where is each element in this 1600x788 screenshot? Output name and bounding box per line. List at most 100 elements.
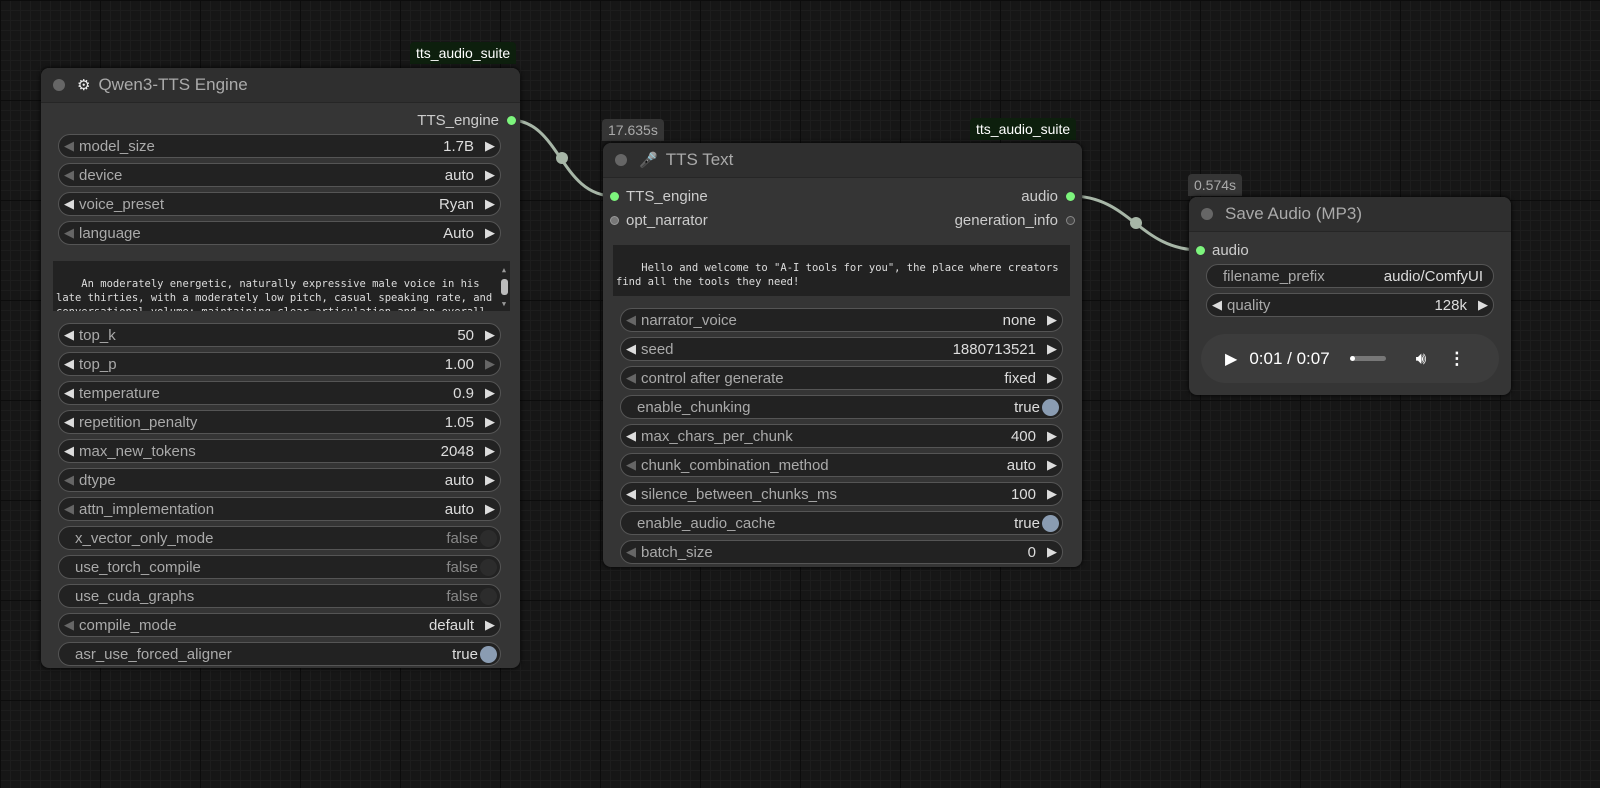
increment-arrow-icon[interactable]: ▶ <box>480 501 500 517</box>
qwen3-tts-engine-node[interactable]: ⚙ Qwen3-TTS Engine TTS_engine An moderat… <box>41 68 520 668</box>
widget-model-size[interactable]: ◀ model_size 1.7B ▶ <box>58 134 501 158</box>
widget-control-after-generate[interactable]: ◀ control after generate fixed ▶ <box>620 366 1063 390</box>
widget-attn-implementation[interactable]: ◀ attn_implementation auto ▶ <box>58 497 501 521</box>
widget-enable-chunking[interactable]: enable_chunking true <box>620 395 1063 419</box>
slot-dot-icon[interactable] <box>1196 246 1205 255</box>
decrement-arrow-icon[interactable]: ◀ <box>59 501 79 517</box>
decrement-arrow-icon[interactable]: ◀ <box>59 196 79 212</box>
input-slot-tts-engine[interactable]: TTS_engine <box>610 188 708 205</box>
widget-compile-mode[interactable]: ◀ compile_mode default ▶ <box>58 613 501 637</box>
tts-text-node[interactable]: 🎤 TTS Text TTS_engine opt_narrator audio… <box>603 143 1082 567</box>
widget-max-chars-per-chunk[interactable]: ◀ max_chars_per_chunk 400 ▶ <box>620 424 1063 448</box>
decrement-arrow-icon[interactable]: ◀ <box>621 341 641 357</box>
widget-voice-preset[interactable]: ◀ voice_preset Ryan ▶ <box>58 192 501 216</box>
decrement-arrow-icon[interactable]: ◀ <box>621 486 641 502</box>
voice-description-textarea[interactable]: An moderately energetic, naturally expre… <box>53 261 510 311</box>
input-slot-audio[interactable]: audio <box>1196 242 1249 259</box>
widget-top-p[interactable]: ◀ top_p 1.00 ▶ <box>58 352 501 376</box>
widget-silence-between-chunks-ms[interactable]: ◀ silence_between_chunks_ms 100 ▶ <box>620 482 1063 506</box>
link-midpoint[interactable] <box>1130 217 1142 229</box>
decrement-arrow-icon[interactable]: ◀ <box>621 370 641 386</box>
decrement-arrow-icon[interactable]: ◀ <box>621 312 641 328</box>
increment-arrow-icon[interactable]: ▶ <box>1042 486 1062 502</box>
toggle-knob-icon[interactable] <box>480 558 497 576</box>
increment-arrow-icon[interactable]: ▶ <box>1042 370 1062 386</box>
audio-player[interactable]: ▶ 0:01 / 0:07 🔊︎ ⋮ <box>1201 334 1499 383</box>
input-slot-opt-narrator[interactable]: opt_narrator <box>610 212 708 229</box>
increment-arrow-icon[interactable]: ▶ <box>1042 312 1062 328</box>
widget-repetition-penalty[interactable]: ◀ repetition_penalty 1.05 ▶ <box>58 410 501 434</box>
slot-dot-icon[interactable] <box>610 216 619 225</box>
toggle-knob-icon[interactable] <box>480 587 497 605</box>
increment-arrow-icon[interactable]: ▶ <box>1473 297 1493 313</box>
increment-arrow-icon[interactable]: ▶ <box>480 472 500 488</box>
node-title-bar[interactable]: ⚙ Qwen3-TTS Engine <box>41 68 520 103</box>
decrement-arrow-icon[interactable]: ◀ <box>59 225 79 241</box>
scrollbar[interactable]: ▲ ▼ <box>500 263 508 309</box>
toggle-knob-icon[interactable] <box>1042 398 1059 416</box>
play-icon[interactable]: ▶ <box>1225 349 1237 369</box>
increment-arrow-icon[interactable]: ▶ <box>1042 544 1062 560</box>
decrement-arrow-icon[interactable]: ◀ <box>59 617 79 633</box>
decrement-arrow-icon[interactable]: ◀ <box>59 385 79 401</box>
widget-device[interactable]: ◀ device auto ▶ <box>58 163 501 187</box>
decrement-arrow-icon[interactable]: ◀ <box>621 457 641 473</box>
increment-arrow-icon[interactable]: ▶ <box>480 617 500 633</box>
increment-arrow-icon[interactable]: ▶ <box>1042 341 1062 357</box>
decrement-arrow-icon[interactable]: ◀ <box>59 138 79 154</box>
widget-language[interactable]: ◀ language Auto ▶ <box>58 221 501 245</box>
output-slot-generation-info[interactable]: generation_info <box>955 212 1075 229</box>
increment-arrow-icon[interactable]: ▶ <box>480 327 500 343</box>
decrement-arrow-icon[interactable]: ◀ <box>59 327 79 343</box>
toggle-knob-icon[interactable] <box>480 529 497 547</box>
increment-arrow-icon[interactable]: ▶ <box>480 414 500 430</box>
toggle-knob-icon[interactable] <box>480 645 497 663</box>
save-audio-mp3-node[interactable]: Save Audio (MP3) audio ▶ 0:01 / 0:07 🔊︎ … <box>1189 197 1511 395</box>
increment-arrow-icon[interactable]: ▶ <box>480 356 500 372</box>
slot-dot-icon[interactable] <box>507 116 516 125</box>
widget-narrator-voice[interactable]: ◀ narrator_voice none ▶ <box>620 308 1063 332</box>
seek-slider[interactable] <box>1349 356 1386 361</box>
volume-icon[interactable]: 🔊︎ <box>1416 349 1427 369</box>
decrement-arrow-icon[interactable]: ◀ <box>59 414 79 430</box>
widget-seed[interactable]: ◀ seed 1880713521 ▶ <box>620 337 1063 361</box>
collapse-dot-icon[interactable] <box>53 79 65 91</box>
widget-use-torch-compile[interactable]: use_torch_compile false <box>58 555 501 579</box>
increment-arrow-icon[interactable]: ▶ <box>480 443 500 459</box>
node-title-bar[interactable]: Save Audio (MP3) <box>1189 197 1511 232</box>
widget-enable-audio-cache[interactable]: enable_audio_cache true <box>620 511 1063 535</box>
widget-temperature[interactable]: ◀ temperature 0.9 ▶ <box>58 381 501 405</box>
slot-dot-icon[interactable] <box>1066 216 1075 225</box>
link-midpoint[interactable] <box>556 152 568 164</box>
widget-batch-size[interactable]: ◀ batch_size 0 ▶ <box>620 540 1063 564</box>
collapse-dot-icon[interactable] <box>615 154 627 166</box>
output-slot-audio[interactable]: audio <box>1021 188 1075 205</box>
more-options-icon[interactable]: ⋮ <box>1448 349 1465 369</box>
increment-arrow-icon[interactable]: ▶ <box>480 138 500 154</box>
increment-arrow-icon[interactable]: ▶ <box>480 385 500 401</box>
widget-top-k[interactable]: ◀ top_k 50 ▶ <box>58 323 501 347</box>
decrement-arrow-icon[interactable]: ◀ <box>59 167 79 183</box>
widget-chunk-combination-method[interactable]: ◀ chunk_combination_method auto ▶ <box>620 453 1063 477</box>
slot-dot-icon[interactable] <box>1066 192 1075 201</box>
increment-arrow-icon[interactable]: ▶ <box>480 196 500 212</box>
decrement-arrow-icon[interactable]: ◀ <box>59 443 79 459</box>
decrement-arrow-icon[interactable]: ◀ <box>621 428 641 444</box>
node-title-bar[interactable]: 🎤 TTS Text <box>603 143 1082 178</box>
decrement-arrow-icon[interactable]: ◀ <box>621 544 641 560</box>
collapse-dot-icon[interactable] <box>1201 208 1213 220</box>
output-slot-tts-engine[interactable]: TTS_engine <box>417 112 516 129</box>
decrement-arrow-icon[interactable]: ◀ <box>59 356 79 372</box>
increment-arrow-icon[interactable]: ▶ <box>1042 457 1062 473</box>
text-input-textarea[interactable]: Hello and welcome to "A-I tools for you"… <box>613 245 1070 296</box>
widget-quality[interactable]: ◀ quality 128k ▶ <box>1206 293 1494 317</box>
decrement-arrow-icon[interactable]: ◀ <box>1207 297 1227 313</box>
widget-use-cuda-graphs[interactable]: use_cuda_graphs false <box>58 584 501 608</box>
widget-asr-use-forced-aligner[interactable]: asr_use_forced_aligner true <box>58 642 501 666</box>
increment-arrow-icon[interactable]: ▶ <box>480 167 500 183</box>
widget-dtype[interactable]: ◀ dtype auto ▶ <box>58 468 501 492</box>
decrement-arrow-icon[interactable]: ◀ <box>59 472 79 488</box>
widget-filename-prefix[interactable]: filename_prefix audio/ComfyUI <box>1206 264 1494 288</box>
slot-dot-icon[interactable] <box>610 192 619 201</box>
widget-x-vector-only-mode[interactable]: x_vector_only_mode false <box>58 526 501 550</box>
